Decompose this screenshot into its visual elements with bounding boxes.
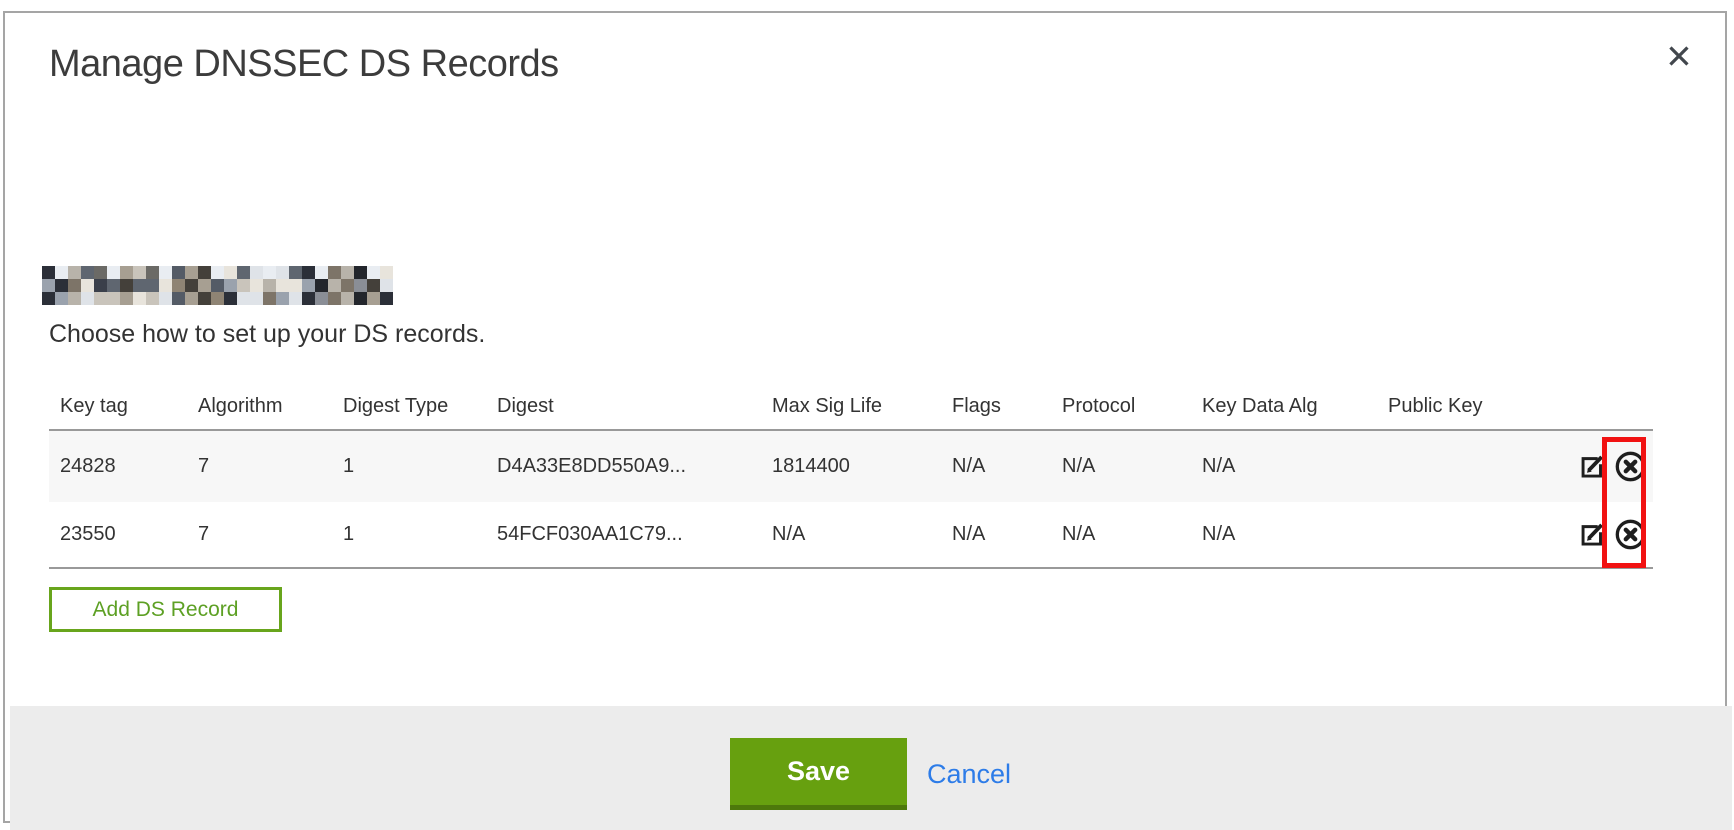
edit-record-button[interactable]	[1578, 521, 1605, 548]
cell-digest-type: 1	[332, 502, 486, 568]
edit-icon	[1578, 453, 1605, 480]
col-header-key-data-alg: Key Data Alg	[1191, 383, 1377, 430]
cell-flags: N/A	[941, 430, 1051, 502]
ds-records-table: Key tag Algorithm Digest Type Digest Max…	[49, 383, 1653, 569]
col-header-flags: Flags	[941, 383, 1051, 430]
cell-max-sig-life: N/A	[761, 502, 941, 568]
cell-public-key	[1377, 430, 1543, 502]
table-row: 23550 7 1 54FCF030AA1C79... N/A N/A N/A …	[49, 502, 1653, 568]
dialog-title: Manage DNSSEC DS Records	[49, 43, 559, 86]
col-header-max-sig-life: Max Sig Life	[761, 383, 941, 430]
cell-protocol: N/A	[1051, 502, 1191, 568]
cell-key-tag: 23550	[49, 502, 187, 568]
cell-digest: 54FCF030AA1C79...	[486, 502, 761, 568]
delete-record-button[interactable]	[1614, 450, 1647, 483]
add-ds-record-button[interactable]: Add DS Record	[49, 587, 282, 632]
table-header-row: Key tag Algorithm Digest Type Digest Max…	[49, 383, 1653, 430]
row-actions	[1543, 430, 1653, 502]
cell-digest-type: 1	[332, 430, 486, 502]
cell-digest: D4A33E8DD550A9...	[486, 430, 761, 502]
cell-public-key	[1377, 502, 1543, 568]
cell-key-data-alg: N/A	[1191, 502, 1377, 568]
col-header-digest: Digest	[486, 383, 761, 430]
cell-protocol: N/A	[1051, 430, 1191, 502]
manage-dnssec-dialog: ✕ Manage DNSSEC DS Records Choose how to…	[3, 11, 1727, 823]
dialog-subtitle: Choose how to set up your DS records.	[49, 320, 485, 349]
edit-record-button[interactable]	[1578, 453, 1605, 480]
cell-key-data-alg: N/A	[1191, 430, 1377, 502]
modal-screenshot: ✕ Manage DNSSEC DS Records Choose how to…	[0, 0, 1734, 830]
delete-circle-x-icon	[1614, 450, 1647, 483]
col-header-public-key: Public Key	[1377, 383, 1543, 430]
row-actions	[1543, 502, 1653, 568]
edit-icon	[1578, 521, 1605, 548]
col-header-algorithm: Algorithm	[187, 383, 332, 430]
delete-circle-x-icon	[1614, 518, 1647, 551]
table-row: 24828 7 1 D4A33E8DD550A9... 1814400 N/A …	[49, 430, 1653, 502]
col-header-key-tag: Key tag	[49, 383, 187, 430]
cell-key-tag: 24828	[49, 430, 187, 502]
cell-max-sig-life: 1814400	[761, 430, 941, 502]
cell-algorithm: 7	[187, 430, 332, 502]
cell-algorithm: 7	[187, 502, 332, 568]
delete-record-button[interactable]	[1614, 518, 1647, 551]
col-header-protocol: Protocol	[1051, 383, 1191, 430]
cell-flags: N/A	[941, 502, 1051, 568]
col-header-digest-type: Digest Type	[332, 383, 486, 430]
redacted-domain-name	[42, 266, 393, 305]
close-icon[interactable]: ✕	[1657, 35, 1701, 79]
col-header-actions	[1543, 383, 1653, 430]
save-button[interactable]: Save	[730, 738, 907, 810]
cancel-link[interactable]: Cancel	[927, 759, 1011, 790]
